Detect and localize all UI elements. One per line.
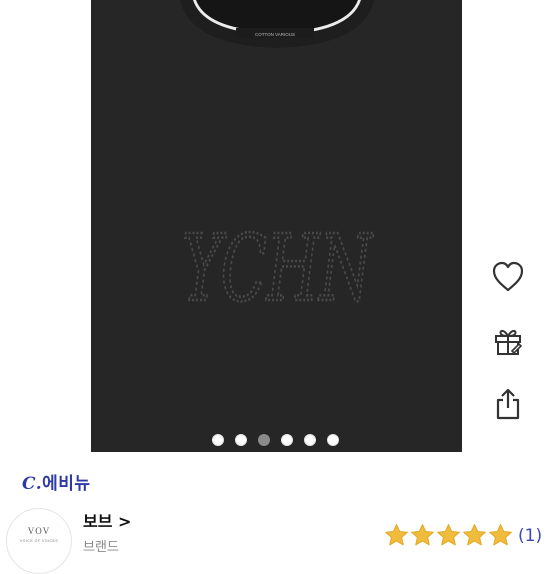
like-button[interactable] (486, 257, 530, 301)
neck-label: COTTON VARIOUS (255, 32, 295, 37)
carousel-dot[interactable] (327, 434, 339, 446)
brand-logo-subtext: VOICE OF VOICES (19, 539, 59, 543)
share-icon (493, 387, 523, 425)
gift-icon (492, 325, 524, 361)
star-icon (385, 524, 408, 546)
gift-button[interactable] (486, 321, 530, 365)
carousel-dot[interactable] (235, 434, 247, 446)
carousel-indicator (212, 434, 339, 446)
star-icon (411, 524, 434, 546)
brand-link[interactable]: 보브 > (83, 508, 131, 532)
store-label: 에비뉴 (42, 474, 91, 494)
star-icon (437, 524, 460, 546)
store-prefix: C. (22, 474, 43, 494)
store-name[interactable]: C.에비뉴 (22, 469, 91, 494)
carousel-dot[interactable] (304, 434, 316, 446)
rating[interactable]: (1) (384, 523, 542, 548)
brand-logo[interactable]: VOV VOICE OF VOICES (6, 508, 72, 574)
embroidery-logo: YCHN (182, 215, 374, 322)
share-button[interactable] (486, 384, 530, 428)
carousel-dot[interactable] (212, 434, 224, 446)
brand-label: 브랜드 (83, 540, 119, 555)
heart-icon (491, 261, 525, 297)
review-count[interactable]: (1) (518, 526, 542, 546)
carousel-dot-active[interactable] (258, 434, 270, 446)
brand-logo-text: VOV (27, 526, 51, 536)
star-icon (489, 524, 512, 546)
star-icon (463, 524, 486, 546)
product-image[interactable]: COTTON VARIOUS YCHN (0, 0, 554, 455)
carousel-dot[interactable] (281, 434, 293, 446)
